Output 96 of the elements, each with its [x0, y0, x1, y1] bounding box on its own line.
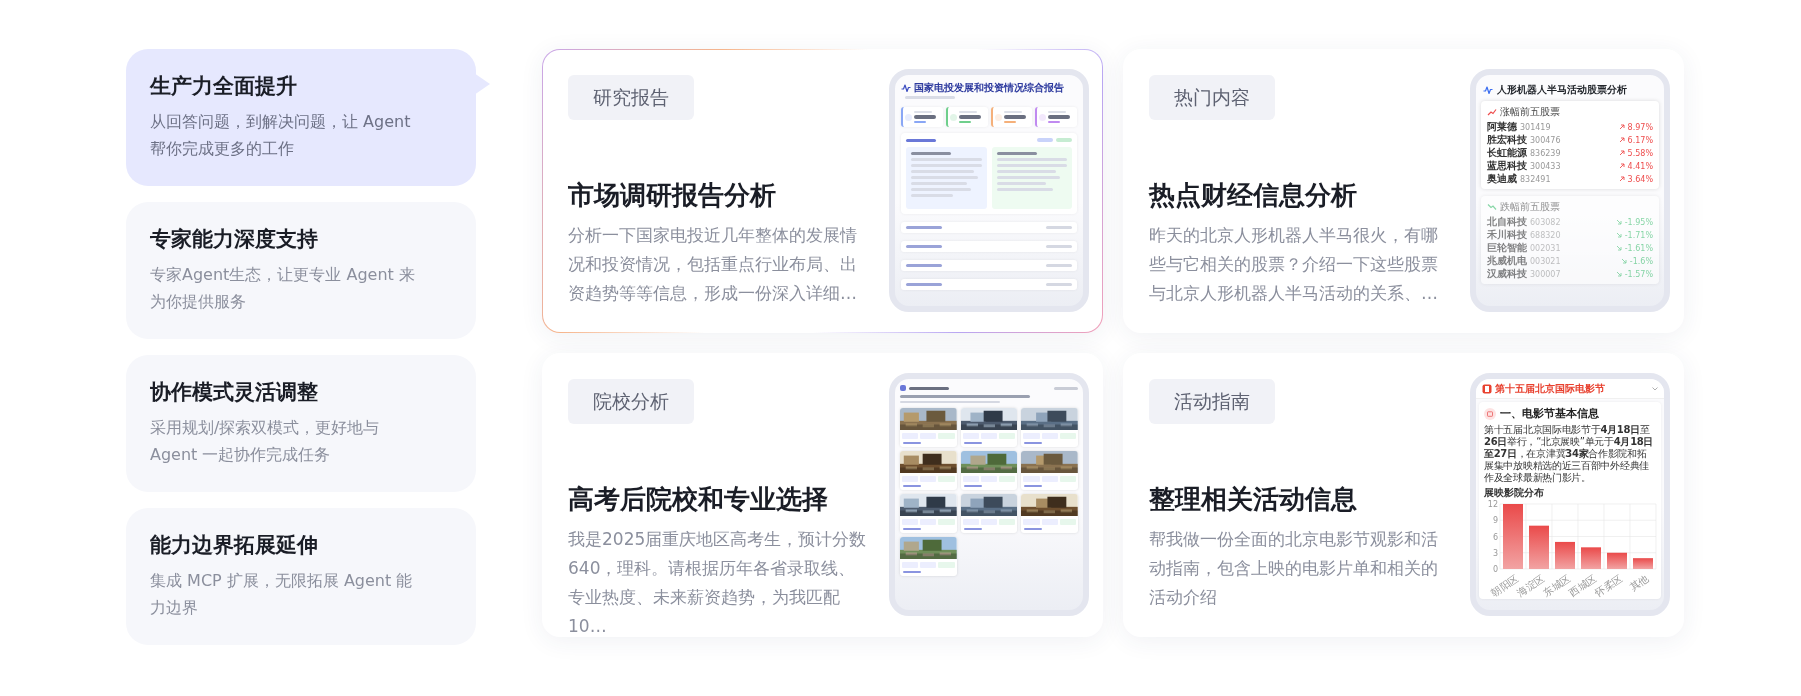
stock-name: 兆威机电 [1487, 254, 1527, 267]
stock-code: 301419 [1520, 123, 1551, 132]
card-description: 昨天的北京人形机器人半马很火，有哪些与它相关的股票？介绍一下这些股票与北京人形机器人半马活动的关系、… [1149, 224, 1439, 305]
stat-card [945, 107, 988, 127]
text-line [1024, 442, 1043, 444]
category-tag: 院校分析 [568, 379, 694, 424]
group-heading: 涨幅前五股票 [1500, 105, 1560, 118]
stock-change: -1.6% [1629, 256, 1653, 268]
stock-name: 奥迪威 [1487, 172, 1517, 185]
card-description: 帮我做一份全面的北京电影节观影和活动指南，包含上映的电影片单和相关的活动介绍 [1149, 528, 1439, 609]
chart-bar [1529, 525, 1549, 569]
stock-name: 巨轮智能 [1487, 241, 1527, 254]
showcase-card[interactable]: 研究报告 市场调研报告分析 分析一下国家电投近几年整体的发展情况和投资情况，包括重点行业布局、出资趋势等等信息，形成一份深入详细… 国家电投发展和投资情况综合报告 [542, 49, 1103, 333]
stock-name: 禾川科技 [1487, 228, 1527, 241]
stock-code: 836239 [1530, 149, 1561, 158]
stock-change: 3.64% [1627, 174, 1653, 186]
stock-code: 603082 [1530, 218, 1561, 227]
arrow-down-icon [1615, 245, 1622, 251]
stock-code: 688320 [1530, 231, 1561, 240]
tick-label: 12 [1487, 500, 1498, 509]
text-line [963, 442, 982, 444]
stock-code: 003021 [1530, 257, 1561, 266]
stock-change: -1.57% [1624, 269, 1653, 281]
showcase-card[interactable]: 活动指南 整理相关活动信息 帮我做一份全面的北京电影节观影和活动指南，包含上映的电影片单和相关的活动介绍 第十五届北京国际电影节 一、电影节基本信息 第十五届北京国际电影节于4月18日至26日举行，“北京展映”单元于4月18日至27日，在京津冀34家合作影院和拓展集中放映精选的近三百部中外经典佳作及全球最新热门影片。 展映影院分布 0 3 6 9 12 朝阳区 海淀区 东城区 西城区 怀柔区 其他 [1123, 353, 1684, 637]
chart-bar [1581, 547, 1601, 569]
stock-change: 5.58% [1627, 148, 1653, 160]
arrow-up-icon [1618, 176, 1625, 182]
calendar-icon [1484, 407, 1496, 420]
section-heading: 一、电影节基本信息 [1500, 406, 1599, 421]
stock-code: 300433 [1530, 162, 1561, 171]
arrow-down-icon [1615, 219, 1622, 225]
card-title: 市场调研报告分析 [568, 179, 777, 212]
trend-up-icon [1487, 106, 1497, 117]
text-line [903, 442, 921, 444]
chart-bar [1633, 558, 1653, 569]
stat-card [990, 107, 1033, 127]
tick-label: 3 [1492, 548, 1498, 558]
stock-name: 阿莱德 [1487, 120, 1517, 133]
stock-change: 4.41% [1627, 161, 1653, 173]
stock-name: 长虹能源 [1487, 146, 1527, 159]
tick-label: 0 [1492, 565, 1498, 574]
stock-name: 胜宏科技 [1487, 133, 1527, 146]
stock-change: -1.61% [1624, 243, 1653, 255]
stat-card [901, 107, 943, 127]
pulse-icon [1483, 85, 1493, 95]
text-line [903, 571, 921, 573]
card-title: 高考后院校和专业选择 [568, 483, 829, 516]
arrow-down-icon [1615, 232, 1622, 238]
tick-label: 9 [1492, 516, 1498, 526]
category-tag: 活动指南 [1149, 379, 1275, 424]
text-line [963, 528, 982, 530]
stock-change: 6.17% [1627, 135, 1653, 147]
stock-change: -1.71% [1624, 230, 1653, 242]
card-description: 分析一下国家电投近几年整体的发展情况和投资情况，包括重点行业布局、出资趋势等等信息，形成一份深入详细… [568, 224, 858, 305]
stock-code: 300476 [1530, 136, 1561, 145]
card-title: 热点财经信息分析 [1149, 179, 1358, 212]
showcase-card[interactable] [1123, 49, 1684, 333]
stock-code: 832491 [1520, 175, 1551, 184]
category-tag: 研究报告 [568, 75, 694, 120]
arrow-up-icon [1618, 150, 1625, 156]
text-line [1024, 528, 1043, 530]
text-line [1024, 485, 1043, 487]
film-icon [1482, 383, 1492, 394]
category-tag: 热门内容 [1149, 75, 1275, 120]
axis-label: 其他 [1627, 572, 1651, 594]
stock-name: 汉威科技 [1487, 267, 1527, 280]
arrow-down-icon [1620, 258, 1627, 264]
stock-change: 8.97% [1627, 122, 1653, 134]
stock-name: 蓝思科技 [1487, 159, 1527, 172]
chevron-icon [1652, 386, 1658, 391]
preview-title: 第十五届北京国际电影节 [1495, 382, 1605, 395]
preview-title: 人形机器人半马活动股票分析 [1497, 83, 1627, 97]
tick-label: 6 [1492, 532, 1498, 542]
pulse-icon [901, 82, 911, 93]
report-title: 国家电投发展和投资情况综合报告 [914, 81, 1064, 94]
chart-bar [1555, 541, 1575, 569]
card-description: 我是2025届重庆地区高考生，预计分数640，理科。请根据历年各省录取线、专业热度、未来薪资趋势，为我匹配10… [568, 528, 868, 638]
arrow-up-icon [1618, 124, 1625, 130]
text-line [903, 528, 921, 530]
stock-code: 002031 [1530, 244, 1561, 253]
card-title: 整理相关活动信息 [1149, 483, 1358, 516]
text-line [905, 96, 955, 99]
info-paragraph: 第十五届北京国际电影节于4月18日至26日举行，“北京展映”单元于4月18日至27日，在京津冀34家合作影院和拓展集中放映精选的近三百部中外经典佳作及全球最新热门影片。 [1484, 424, 1655, 484]
stock-name: 北自科技 [1487, 215, 1527, 228]
chart-title: 展映影院分布 [1484, 487, 1545, 499]
showcase-card[interactable]: 院校分析 高考后院校和专业选择 我是2025届重庆地区高考生，预计分数640，理科。请根据历年各省录取线、专业热度、未来薪资趋势，为我匹配10… [542, 353, 1103, 637]
chart-bar [1503, 504, 1523, 569]
arrow-up-icon [1618, 137, 1625, 143]
text-line [963, 485, 982, 487]
stock-change: -1.95% [1624, 217, 1653, 229]
group-heading: 跌幅前五股票 [1500, 200, 1560, 213]
trend-down-icon [1487, 201, 1497, 212]
stat-card [1035, 107, 1077, 127]
arrow-up-icon [1618, 163, 1625, 169]
text-line [903, 485, 921, 487]
arrow-down-icon [1615, 271, 1622, 277]
